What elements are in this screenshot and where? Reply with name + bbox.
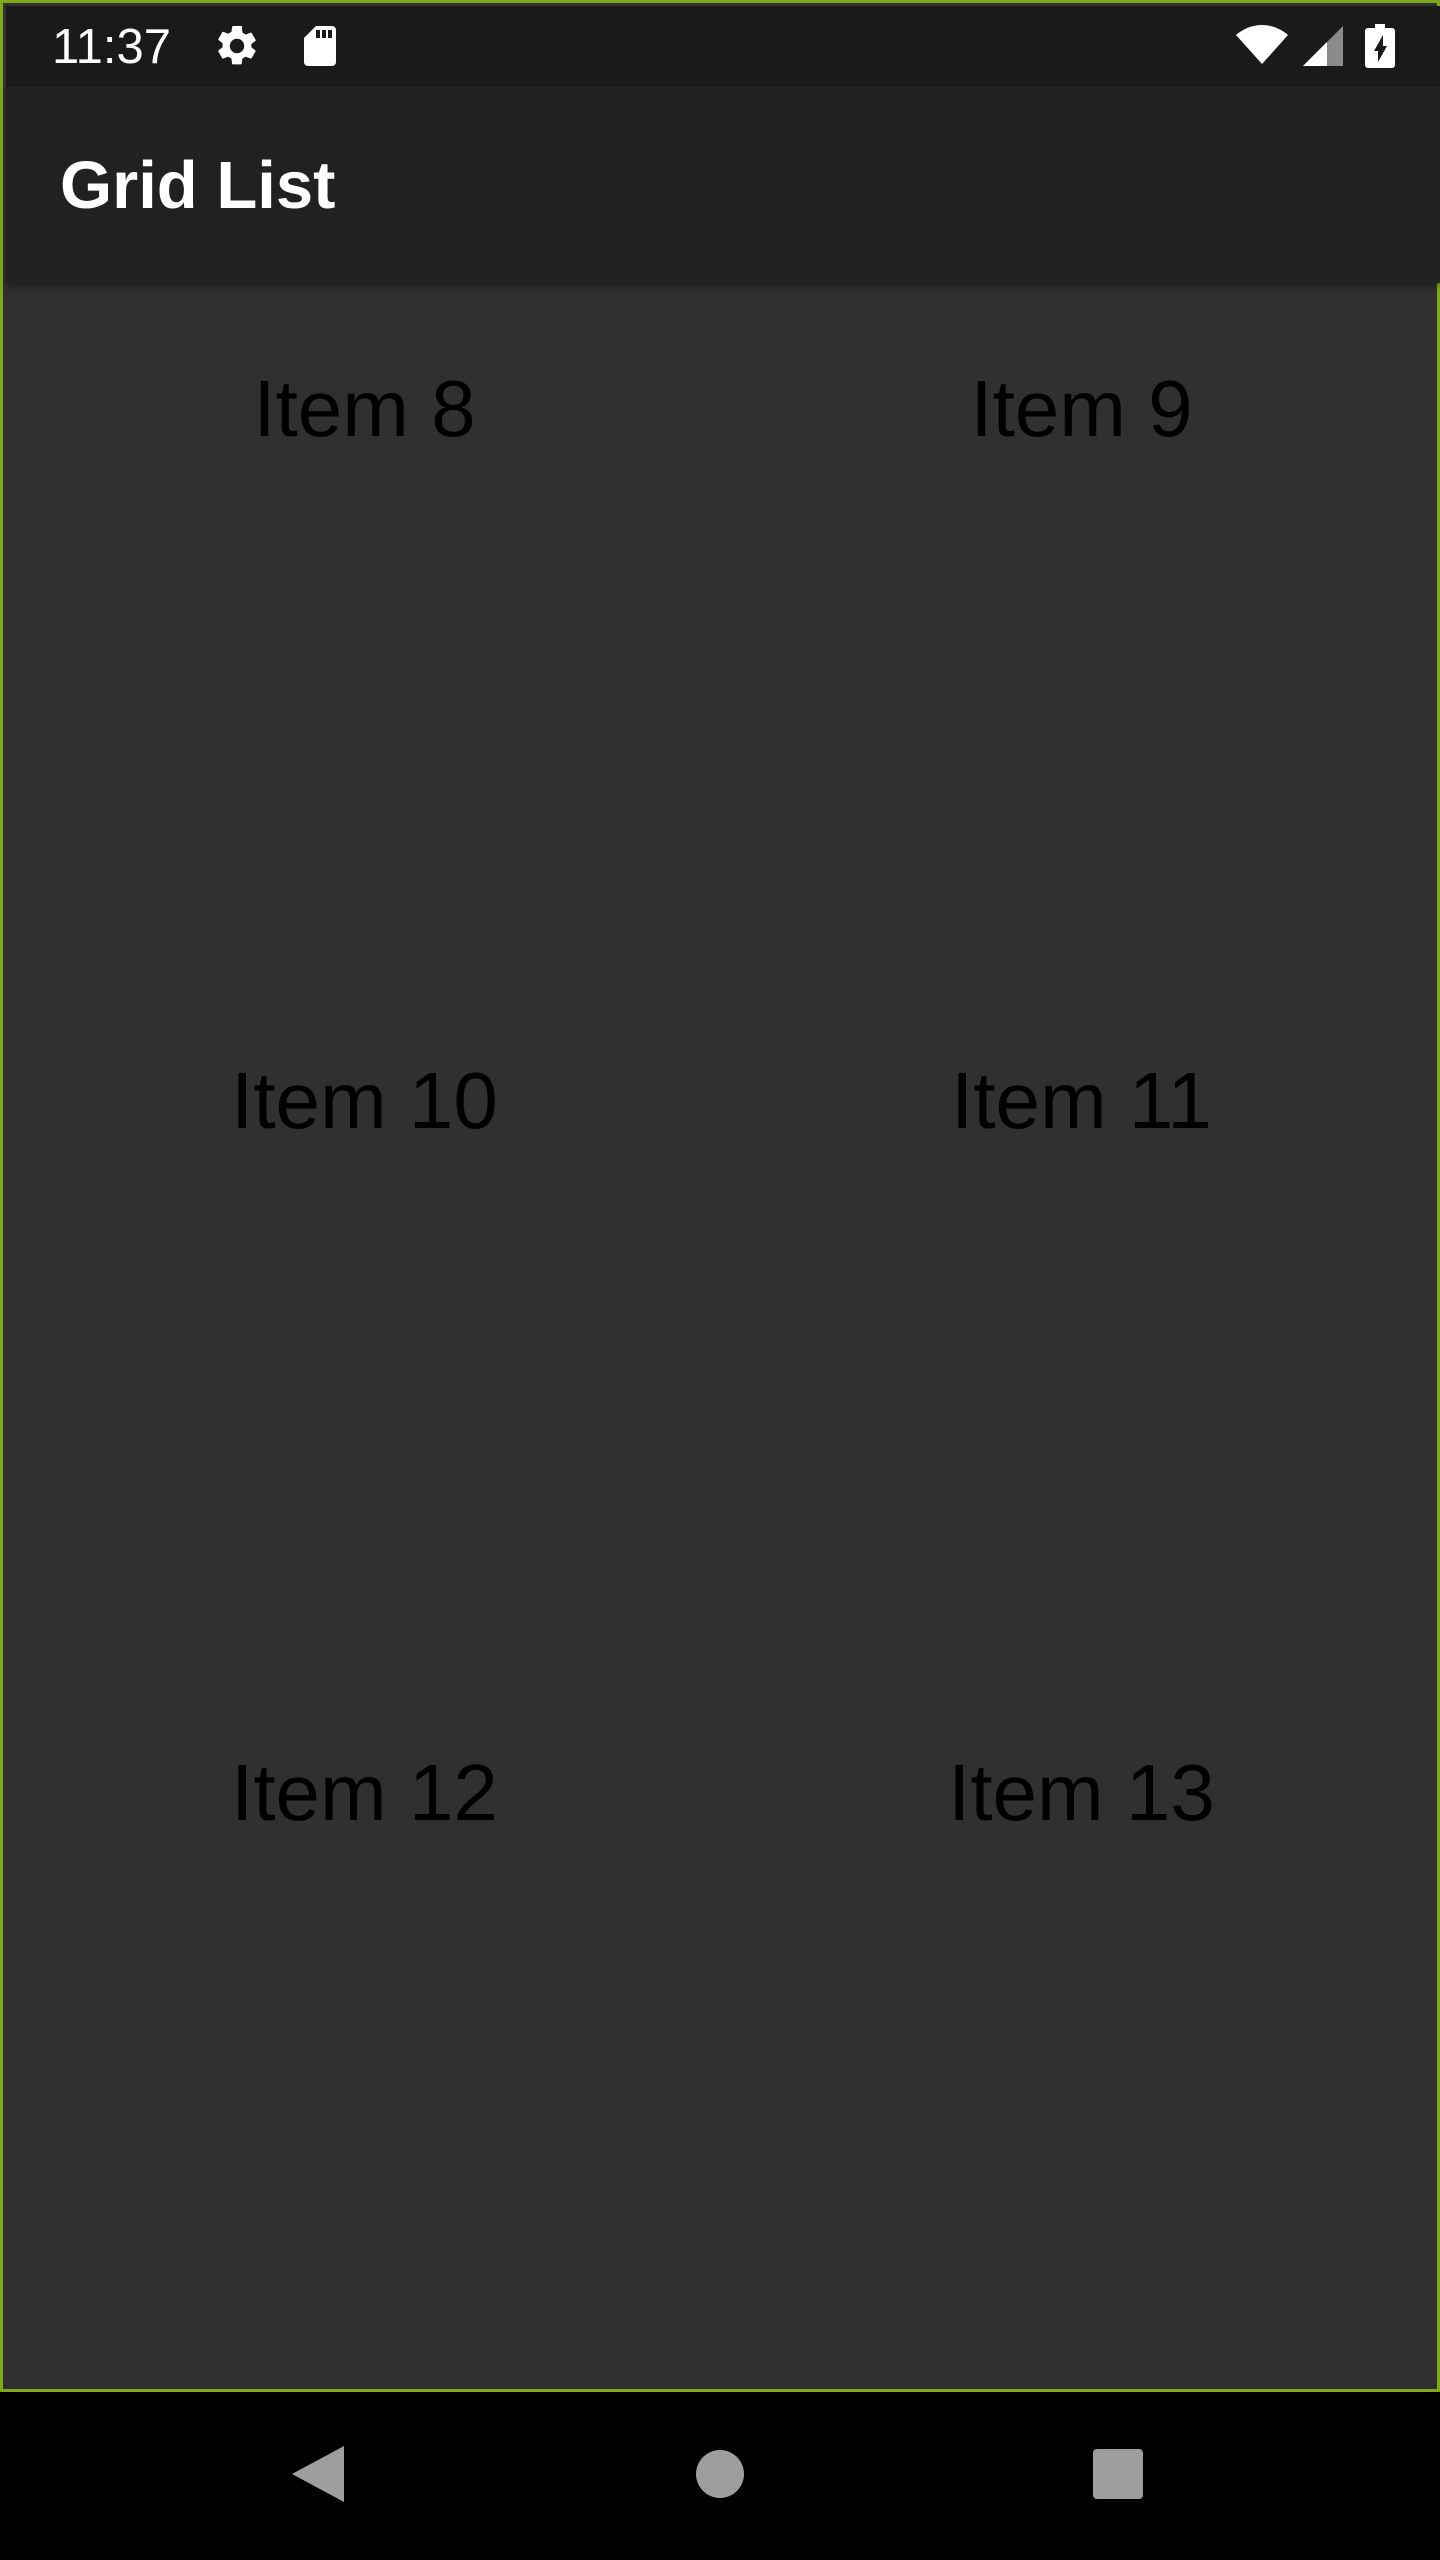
recents-button[interactable] [1070, 2428, 1166, 2524]
navigation-bar [0, 2392, 1440, 2560]
battery-charging-icon [1363, 22, 1411, 70]
app-bar: Grid List [6, 86, 1440, 283]
grid-item-label: Item 9 [970, 364, 1193, 453]
wifi-icon [1236, 22, 1288, 70]
back-button[interactable] [270, 2428, 366, 2524]
gear-icon [213, 22, 261, 70]
status-time: 11:37 [52, 20, 171, 74]
phone-screen: 11:37 Grid List Item 8 Item 9 Item 10 It… [0, 0, 1440, 2560]
grid-item[interactable]: Item 9 [723, 283, 1440, 975]
grid-item[interactable]: Item 11 [723, 975, 1440, 1667]
grid-item[interactable]: Item 13 [723, 1667, 1440, 2359]
cell-signal-icon [1299, 22, 1347, 70]
app-frame: 11:37 Grid List Item 8 Item 9 Item 10 It… [0, 0, 1440, 2392]
home-button[interactable] [672, 2428, 768, 2524]
app-title: Grid List [60, 148, 336, 223]
grid-item[interactable]: Item 10 [6, 975, 723, 1667]
grid-item-label: Item 12 [231, 1748, 498, 1837]
recents-icon [1091, 2447, 1145, 2506]
grid-list[interactable]: Item 8 Item 9 Item 10 Item 11 Item 12 It… [6, 283, 1440, 2392]
grid-item[interactable]: Item 8 [6, 283, 723, 975]
grid-item-label: Item 13 [948, 1748, 1215, 1837]
grid-item-label: Item 10 [231, 1056, 498, 1145]
grid-item-label: Item 11 [951, 1056, 1212, 1145]
home-icon [694, 2448, 746, 2505]
sd-card-icon [296, 22, 344, 70]
grid-item-label: Item 8 [253, 364, 476, 453]
grid-item[interactable]: Item 12 [6, 1667, 723, 2359]
back-icon [288, 2442, 348, 2511]
status-bar: 11:37 [6, 6, 1440, 86]
